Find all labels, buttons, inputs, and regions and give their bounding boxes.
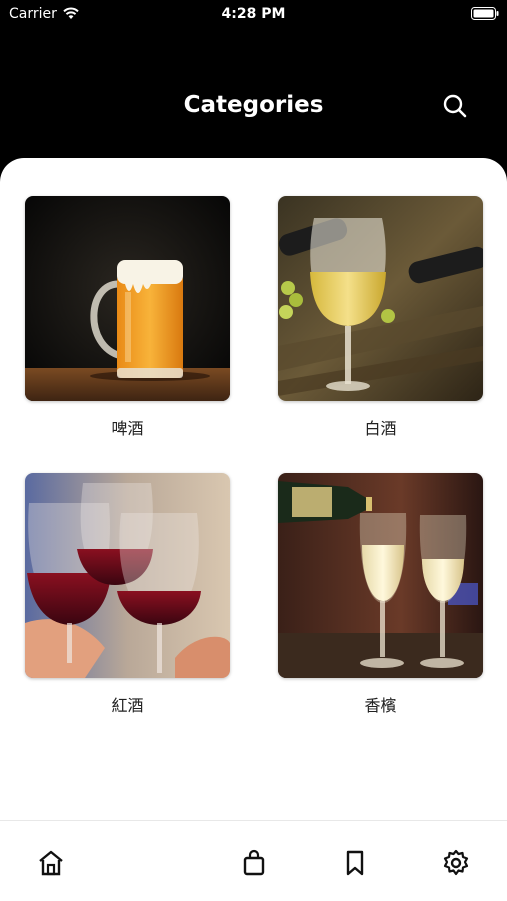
home-icon[interactable] <box>37 849 65 877</box>
red-wine-image <box>25 473 230 678</box>
status-time: 4:28 PM <box>221 6 286 22</box>
category-card-beer[interactable]: 啤酒 <box>25 196 230 439</box>
category-label: 香檳 <box>364 696 397 715</box>
tab-bar <box>0 820 507 901</box>
category-card-red-wine[interactable]: 紅酒 <box>25 473 230 716</box>
categories-panel: 啤酒 白酒 紅酒 香檳 <box>0 158 507 901</box>
status-bar: Carrier 4:28 PM <box>0 0 507 28</box>
beer-image <box>25 196 230 401</box>
white-wine-image <box>278 196 483 401</box>
settings-icon[interactable] <box>442 849 470 877</box>
category-label: 白酒 <box>364 419 397 438</box>
search-icon[interactable] <box>441 92 469 120</box>
battery-icon <box>471 7 499 20</box>
category-card-champagne[interactable]: 香檳 <box>278 473 483 716</box>
category-card-white-wine[interactable]: 白酒 <box>278 196 483 439</box>
category-label: 啤酒 <box>111 419 144 438</box>
page-title: Categories <box>183 92 324 118</box>
bookmark-icon[interactable] <box>341 849 369 877</box>
shopping-bag-icon[interactable] <box>240 849 268 877</box>
champagne-image <box>278 473 483 678</box>
category-label: 紅酒 <box>111 696 144 715</box>
